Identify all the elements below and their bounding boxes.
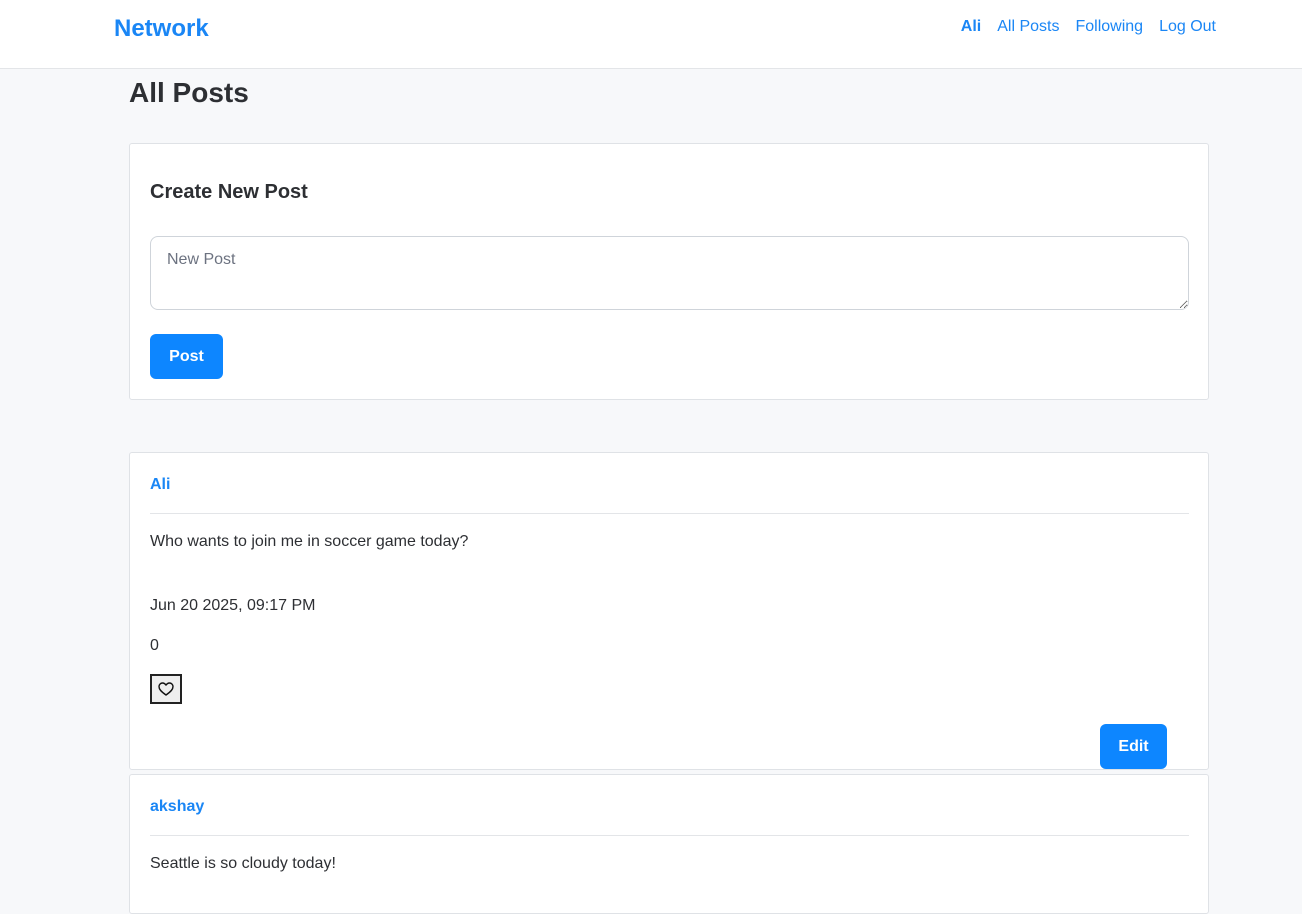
post-divider [150,835,1189,836]
post-content: Who wants to join me in soccer game toda… [150,533,469,550]
new-post-textarea[interactable] [150,236,1189,310]
nav-logout-link[interactable]: Log Out [1159,18,1216,36]
nav-all-posts-link[interactable]: All Posts [997,18,1059,36]
edit-post-button[interactable]: Edit [1100,724,1167,769]
post-content: Seattle is so cloudy today! [150,855,336,872]
nav-links: Ali All Posts Following Log Out [961,18,1216,36]
create-post-title: Create New Post [150,181,308,203]
like-count: 0 [150,637,159,654]
post-card: akshay Seattle is so cloudy today! [129,774,1209,914]
post-author-link[interactable]: Ali [150,476,170,494]
like-button[interactable] [150,674,182,704]
page-title: All Posts [129,77,249,108]
post-card: Ali Who wants to join me in soccer game … [129,452,1209,770]
post-divider [150,513,1189,514]
post-author-link[interactable]: akshay [150,798,204,816]
nav-following-link[interactable]: Following [1075,18,1143,36]
nav-user-profile-link[interactable]: Ali [961,18,981,36]
post-submit-button[interactable]: Post [150,334,223,379]
post-timestamp: Jun 20 2025, 09:17 PM [150,597,316,614]
heart-outline-icon [158,682,174,696]
brand-link[interactable]: Network [114,15,209,43]
navbar: Network Ali All Posts Following Log Out [0,0,1302,69]
create-post-card: Create New Post Post [129,143,1209,400]
